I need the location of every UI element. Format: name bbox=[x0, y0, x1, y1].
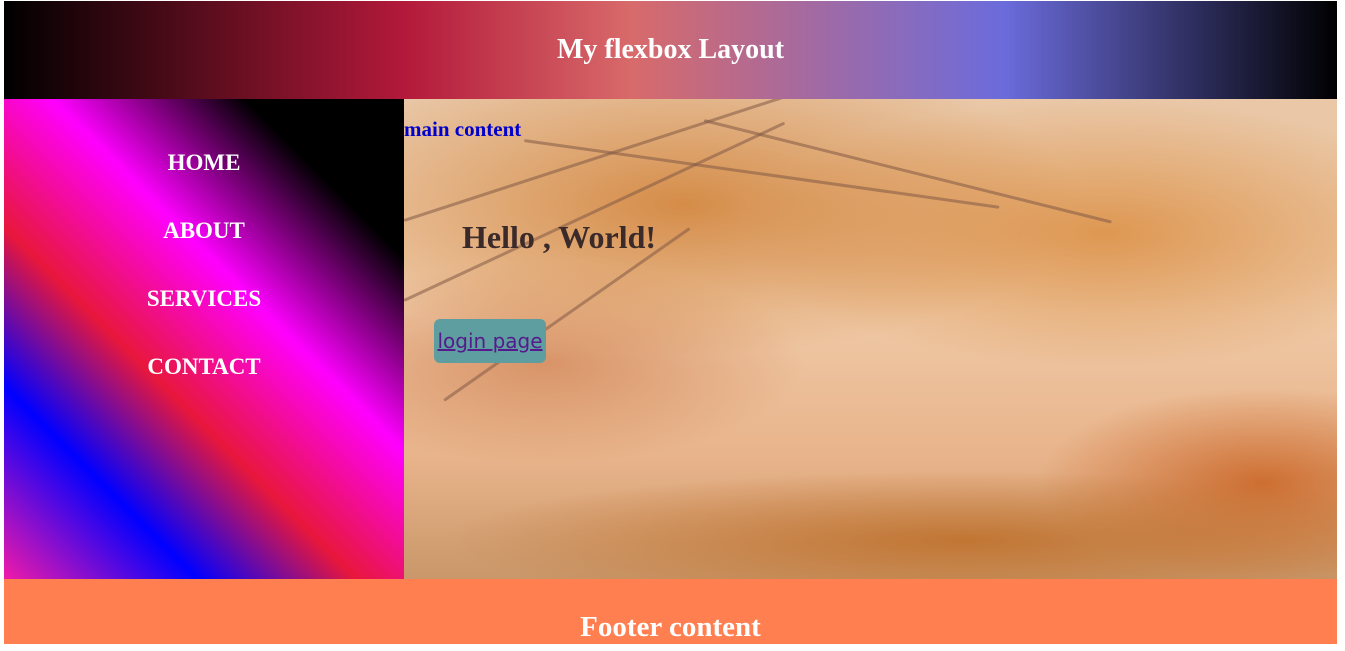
nav-item-about[interactable]: ABOUT bbox=[163, 215, 245, 283]
footer-text: Footer content bbox=[580, 611, 761, 643]
nav-item-contact[interactable]: CONTACT bbox=[147, 351, 260, 419]
page-title: My flexbox Layout bbox=[556, 34, 785, 65]
nav-item-services[interactable]: SERVICES bbox=[147, 283, 261, 351]
login-page-link[interactable]: login page bbox=[437, 329, 542, 353]
sidebar-nav: HOME ABOUT SERVICES CONTACT bbox=[4, 99, 404, 579]
content-row: HOME ABOUT SERVICES CONTACT main content… bbox=[4, 99, 1337, 579]
login-button[interactable]: login page bbox=[434, 319, 546, 363]
page: My flexbox Layout HOME ABOUT SERVICES CO… bbox=[4, 1, 1337, 644]
main-content-area: main content Hello , World! login page bbox=[404, 99, 1337, 579]
main-content-label: main content bbox=[404, 117, 522, 141]
site-footer: Footer content bbox=[4, 579, 1337, 644]
hello-heading: Hello , World! bbox=[462, 219, 657, 255]
nav-item-home[interactable]: HOME bbox=[168, 147, 241, 215]
site-header: My flexbox Layout bbox=[4, 1, 1337, 99]
